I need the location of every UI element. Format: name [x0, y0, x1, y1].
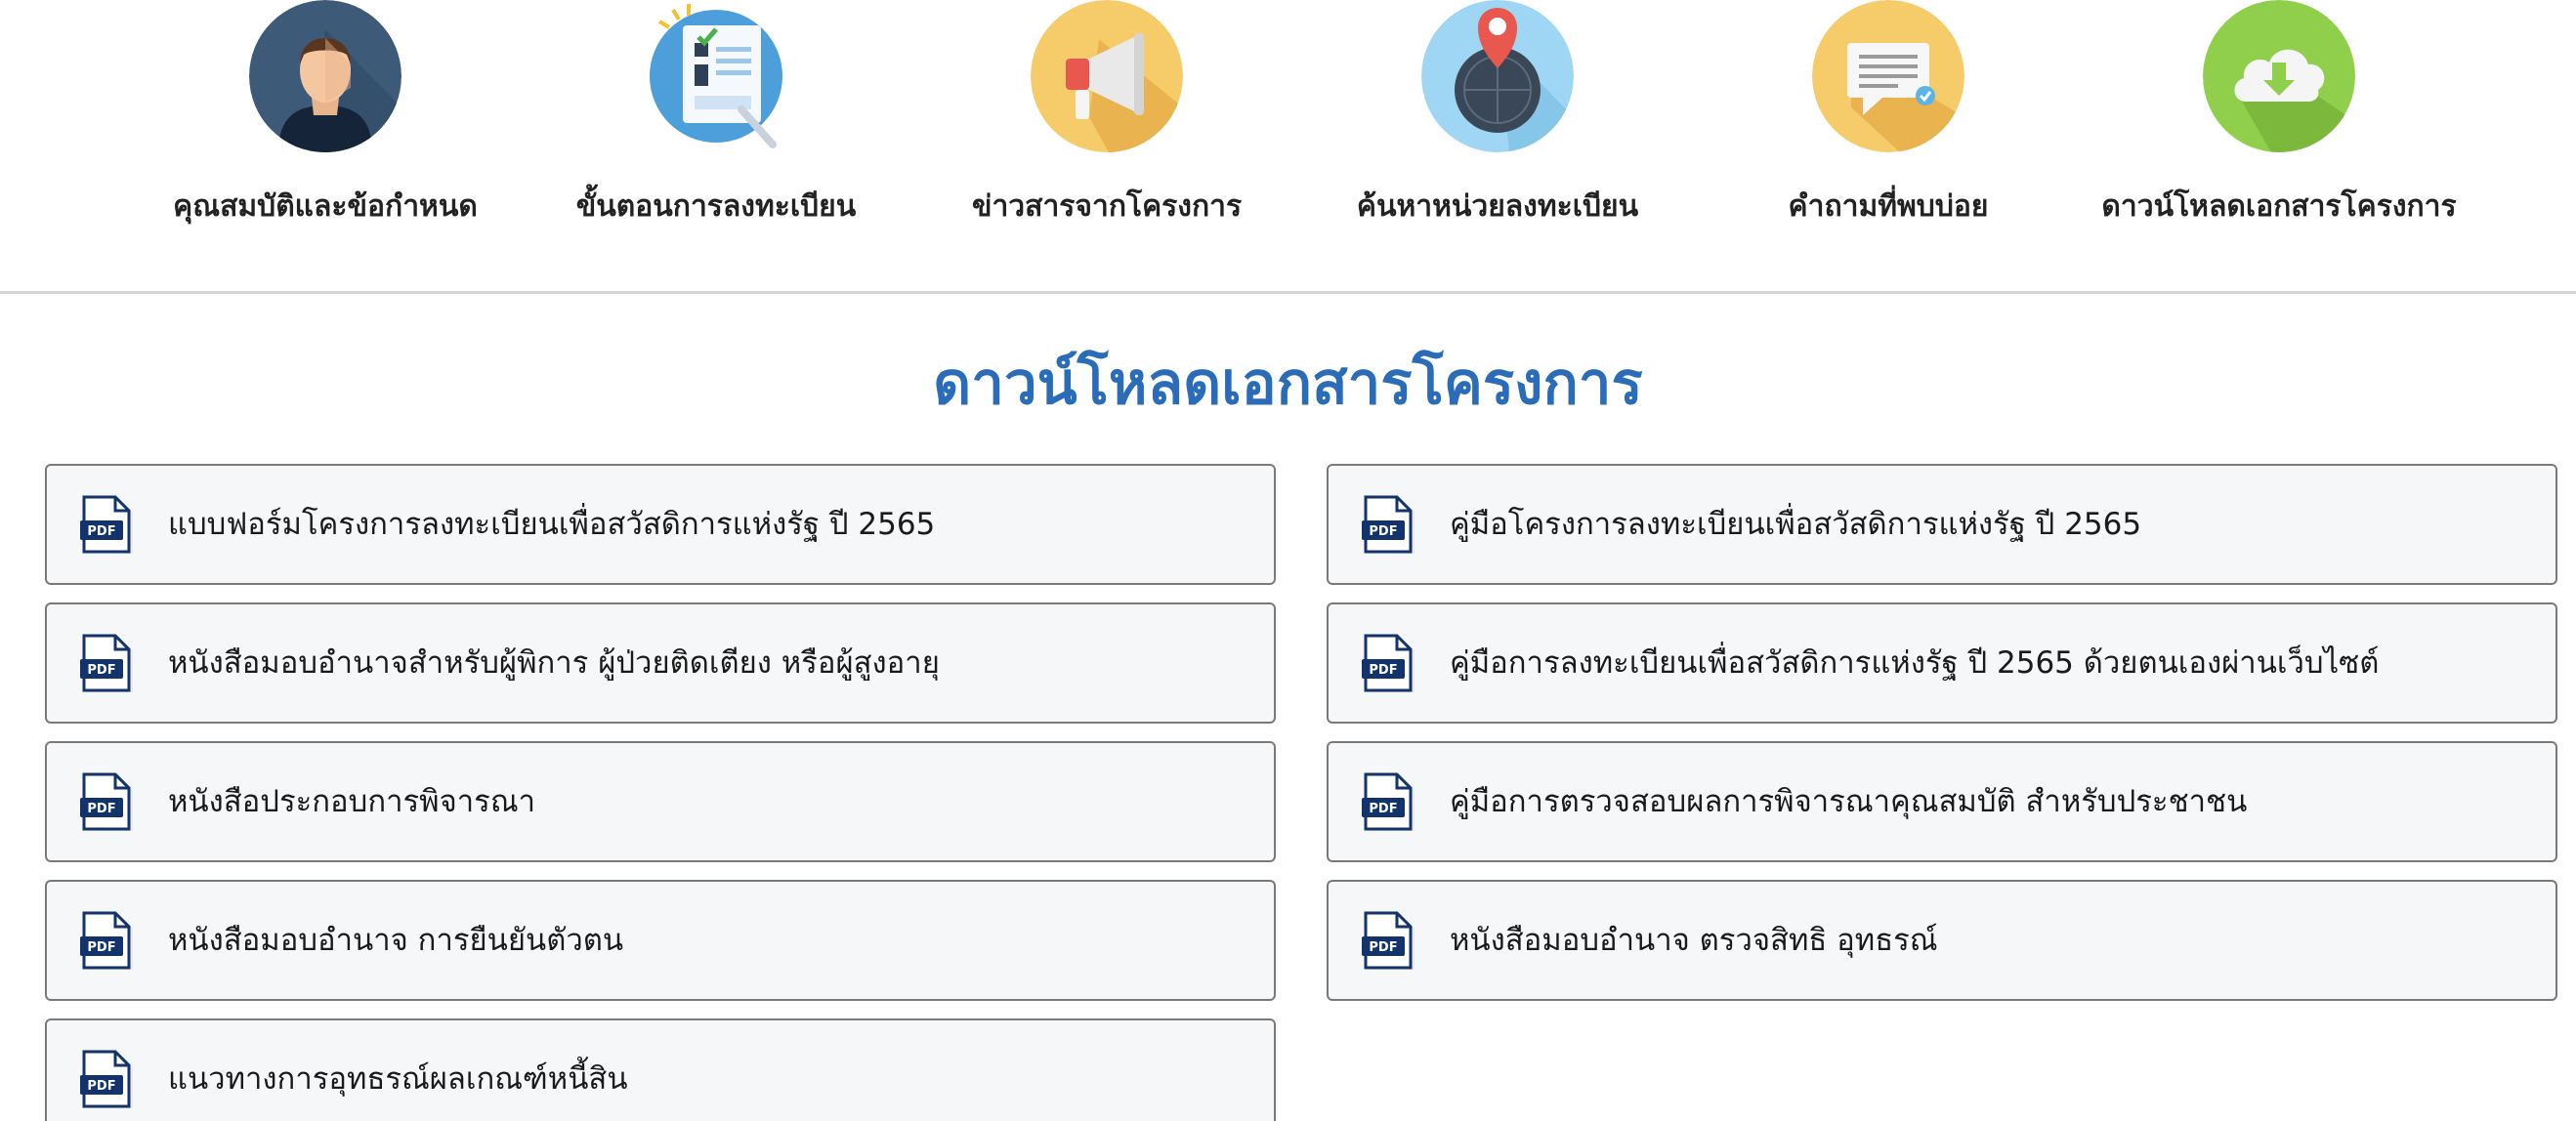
map-pin-icon	[1421, 0, 1574, 152]
nav-item-qualifications[interactable]: คุณสมบัติและข้อกำหนด	[130, 0, 521, 293]
pdf-badge-text: PDF	[1369, 524, 1397, 539]
pdf-badge-text: PDF	[1369, 940, 1397, 955]
nav-item-label: คำถามที่พบบ่อย	[1788, 189, 1989, 224]
pdf-badge-text: PDF	[87, 802, 115, 816]
document-item[interactable]: PDF แบบฟอร์มโครงการลงทะเบียนเพื่อสวัสดิก…	[45, 464, 1276, 585]
document-item[interactable]: PDF หนังสือมอบอำนาจ ตรวจสิทธิ อุทธรณ์	[1327, 880, 2557, 1001]
pdf-badge-text: PDF	[87, 1079, 115, 1094]
pdf-icon: PDF	[80, 495, 133, 554]
nav-item-label: ขั้นตอนการลงทะเบียน	[575, 189, 857, 224]
section-title: ดาวน์โหลดเอกสารโครงการ	[933, 350, 1643, 418]
pdf-icon: PDF	[80, 772, 133, 831]
pdf-icon: PDF	[1362, 495, 1415, 554]
megaphone-icon	[1031, 0, 1183, 152]
nav-item-find-unit[interactable]: ค้นหาหน่วยลงทะเบียน	[1302, 0, 1693, 293]
document-label: คู่มือโครงการลงทะเบียนเพื่อสวัสดิการแห่ง…	[1450, 507, 2142, 542]
pdf-badge-text: PDF	[87, 524, 115, 539]
document-item[interactable]: PDF คู่มือการลงทะเบียนเพื่อสวัสดิการแห่ง…	[1327, 602, 2557, 724]
nav-item-faq[interactable]: คำถามที่พบบ่อย	[1693, 0, 2084, 293]
document-label: หนังสือมอบอำนาจ การยืนยันตัวตน	[168, 923, 624, 958]
document-label: หนังสือประกอบการพิจารณา	[168, 784, 535, 819]
document-label: หนังสือมอบอำนาจสำหรับผู้พิการ ผู้ป่วยติด…	[168, 645, 940, 681]
person-avatar-icon	[249, 0, 401, 152]
pdf-badge-text: PDF	[87, 940, 115, 955]
registration-form-icon	[640, 0, 792, 152]
document-label: คู่มือการตรวจสอบผลการพิจารณาคุณสมบัติ สำ…	[1450, 784, 2248, 819]
document-item[interactable]: PDF คู่มือโครงการลงทะเบียนเพื่อสวัสดิการ…	[1327, 464, 2557, 585]
document-label: หนังสือมอบอำนาจ ตรวจสิทธิ อุทธรณ์	[1450, 923, 1938, 958]
document-item[interactable]: PDF แนวทางการอุทธรณ์ผลเกณฑ์หนี้สิน	[45, 1018, 1276, 1121]
pdf-icon: PDF	[80, 1050, 133, 1108]
nav-item-news[interactable]: ข่าวสารจากโครงการ	[911, 0, 1302, 293]
nav-item-label: ข่าวสารจากโครงการ	[971, 189, 1243, 224]
pdf-icon: PDF	[80, 911, 133, 970]
chat-bubble-icon	[1812, 0, 1964, 152]
document-item[interactable]: PDF คู่มือการตรวจสอบผลการพิจารณาคุณสมบัต…	[1327, 741, 2557, 862]
pdf-badge-text: PDF	[1369, 802, 1397, 816]
document-label: แนวทางการอุทธรณ์ผลเกณฑ์หนี้สิน	[168, 1061, 628, 1097]
document-label: คู่มือการลงทะเบียนเพื่อสวัสดิการแห่งรัฐ …	[1450, 645, 2380, 681]
nav-divider	[0, 291, 2576, 294]
document-label: แบบฟอร์มโครงการลงทะเบียนเพื่อสวัสดิการแห…	[168, 507, 936, 542]
pdf-badge-text: PDF	[87, 663, 115, 678]
nav-item-label: ดาวน์โหลดเอกสารโครงการ	[2101, 189, 2457, 224]
top-nav: คุณสมบัติและข้อกำหนด ขั้นตอนการลงทะเบียน…	[0, 0, 2576, 294]
cloud-download-icon	[2203, 0, 2355, 152]
nav-item-download-docs[interactable]: ดาวน์โหลดเอกสารโครงการ	[2084, 0, 2474, 293]
document-item[interactable]: PDF หนังสือมอบอำนาจ การยืนยันตัวตน	[45, 880, 1276, 1001]
pdf-icon: PDF	[1362, 772, 1415, 831]
document-item[interactable]: PDF หนังสือมอบอำนาจสำหรับผู้พิการ ผู้ป่ว…	[45, 602, 1276, 724]
document-item[interactable]: PDF หนังสือประกอบการพิจารณา	[45, 741, 1276, 862]
nav-item-label: คุณสมบัติและข้อกำหนด	[173, 189, 478, 224]
pdf-icon: PDF	[1362, 911, 1415, 970]
pdf-icon: PDF	[80, 634, 133, 692]
nav-item-label: ค้นหาหน่วยลงทะเบียน	[1356, 189, 1639, 224]
page: คุณสมบัติและข้อกำหนด ขั้นตอนการลงทะเบียน…	[0, 0, 2576, 1121]
nav-item-registration-steps[interactable]: ขั้นตอนการลงทะเบียน	[521, 0, 911, 293]
pdf-badge-text: PDF	[1369, 663, 1397, 678]
pdf-icon: PDF	[1362, 634, 1415, 692]
